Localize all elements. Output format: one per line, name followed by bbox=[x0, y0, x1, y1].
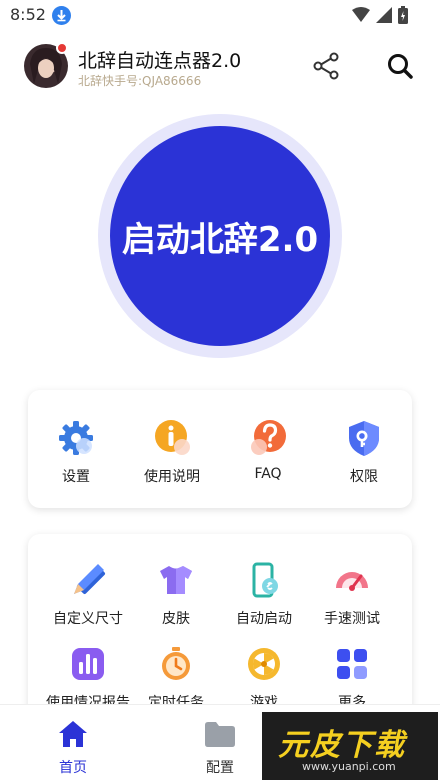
tools-card: 自定义尺寸 皮肤 自动启动 手速测试 使用情况报告 定时任务 游戏 更多 bbox=[28, 534, 412, 724]
quick-action-instructions[interactable]: 使用说明 bbox=[124, 418, 220, 486]
nav-config[interactable]: 配置 bbox=[180, 719, 260, 777]
quick-action-label: 使用说明 bbox=[144, 469, 200, 485]
tshirt-icon bbox=[156, 560, 196, 600]
share-icon bbox=[313, 52, 339, 80]
status-time: 8:52 bbox=[10, 5, 46, 24]
app-title: 北辞自动连点器2.0 bbox=[78, 50, 242, 72]
quick-action-label: FAQ bbox=[254, 466, 282, 482]
wifi-icon bbox=[352, 7, 370, 22]
stopwatch-icon bbox=[156, 644, 196, 684]
quick-actions-card: 设置 使用说明 FAQ 权限 bbox=[28, 390, 412, 508]
notification-dot bbox=[56, 42, 68, 54]
quick-action-settings[interactable]: 设置 bbox=[28, 418, 124, 486]
nav-config-label: 配置 bbox=[206, 760, 234, 776]
tool-custom-size[interactable]: 自定义尺寸 bbox=[40, 560, 136, 628]
tool-label: 自动启动 bbox=[236, 611, 292, 627]
wheel-icon bbox=[244, 644, 284, 684]
signal-icon bbox=[376, 7, 392, 23]
tool-speed-test[interactable]: 手速测试 bbox=[304, 560, 400, 628]
quick-action-label: 设置 bbox=[62, 469, 90, 485]
speedometer-icon bbox=[332, 560, 372, 600]
battery-icon bbox=[398, 6, 408, 24]
tool-label: 手速测试 bbox=[324, 611, 380, 627]
tool-label: 自定义尺寸 bbox=[53, 611, 123, 627]
grid-icon bbox=[332, 644, 372, 684]
tool-games[interactable]: 游戏 bbox=[216, 644, 312, 712]
bar-chart-icon bbox=[68, 644, 108, 684]
nav-home[interactable]: 首页 bbox=[33, 719, 113, 777]
search-icon bbox=[388, 54, 413, 79]
tool-auto-start[interactable]: 自动启动 bbox=[216, 560, 312, 628]
start-button-label: 启动北辞2.0 bbox=[121, 219, 319, 260]
tool-skin[interactable]: 皮肤 bbox=[128, 560, 224, 628]
gear-icon bbox=[56, 418, 96, 458]
tool-more[interactable]: 更多 bbox=[304, 644, 400, 712]
quick-action-permissions[interactable]: 权限 bbox=[316, 418, 412, 486]
tool-label: 皮肤 bbox=[162, 611, 190, 627]
question-icon bbox=[248, 418, 288, 458]
watermark-text: 元皮下载 bbox=[278, 728, 406, 763]
search-button[interactable] bbox=[384, 50, 416, 82]
app-subtitle: 北辞快手号:QJA86666 bbox=[78, 74, 202, 88]
watermark-url: www.yuanpi.com bbox=[302, 760, 396, 773]
app-header: 北辞自动连点器2.0 北辞快手号:QJA86666 bbox=[0, 38, 440, 94]
shield-icon bbox=[344, 418, 384, 458]
tool-scheduled-task[interactable]: 定时任务 bbox=[128, 644, 224, 712]
home-icon bbox=[59, 721, 87, 747]
tool-usage-report[interactable]: 使用情况报告 bbox=[40, 644, 136, 712]
quick-action-faq[interactable]: FAQ bbox=[220, 418, 316, 482]
ruler-pencil-icon bbox=[68, 560, 108, 600]
phone-link-icon bbox=[244, 560, 284, 600]
info-icon bbox=[152, 418, 192, 458]
folder-icon bbox=[205, 722, 235, 747]
status-icons bbox=[352, 6, 408, 24]
quick-action-label: 权限 bbox=[350, 469, 378, 485]
start-button[interactable]: 启动北辞2.0 bbox=[110, 126, 330, 346]
watermark: 元皮下载 www.yuanpi.com bbox=[262, 712, 438, 780]
download-icon bbox=[52, 6, 71, 25]
status-bar: 8:52 bbox=[0, 0, 440, 32]
nav-home-label: 首页 bbox=[59, 760, 87, 776]
share-button[interactable] bbox=[310, 50, 342, 82]
